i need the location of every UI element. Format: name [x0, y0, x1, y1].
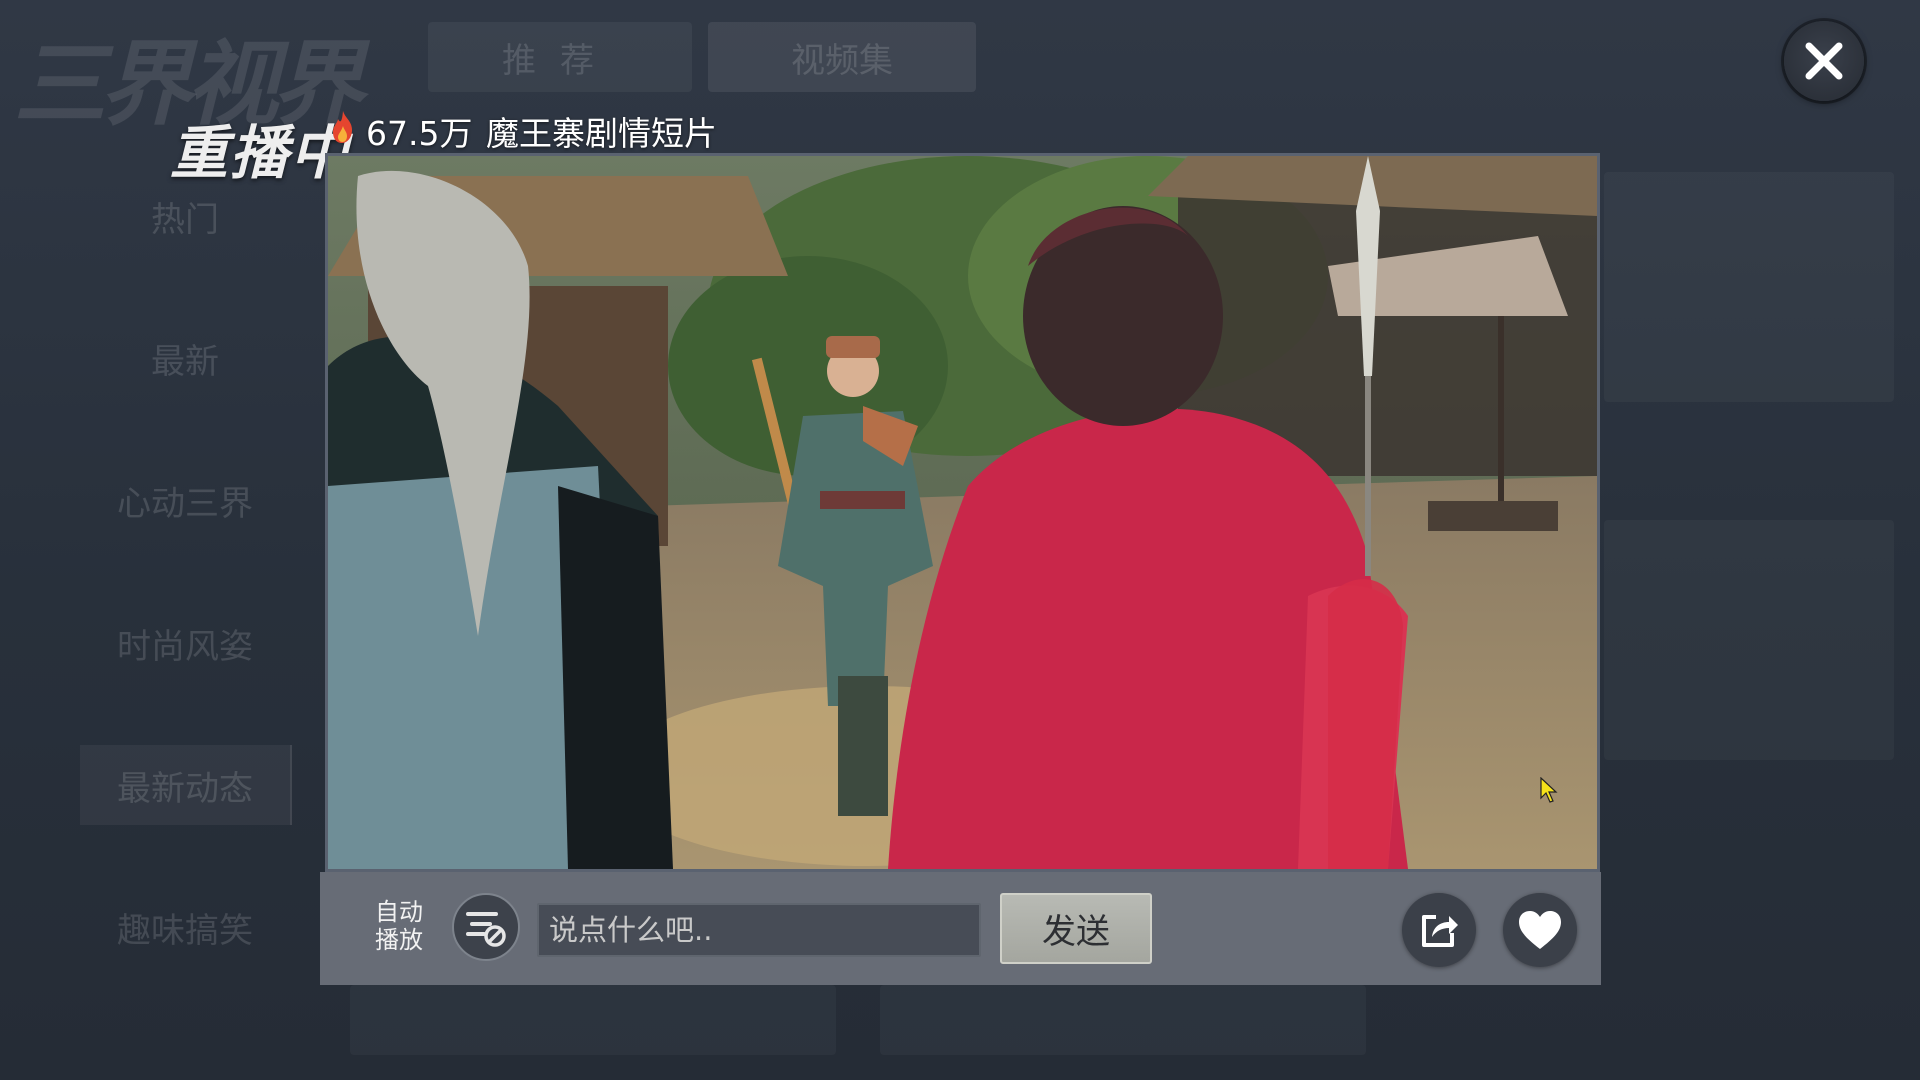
replay-status: 重播中 — [170, 119, 351, 187]
background-card — [880, 985, 1366, 1055]
heart-icon — [1519, 911, 1561, 949]
sidebar-item-latest[interactable]: 最新 — [80, 318, 290, 398]
like-button[interactable] — [1503, 893, 1577, 967]
background-card — [1604, 520, 1894, 760]
tab-video-collection[interactable]: 视频集 — [708, 22, 976, 92]
sidebar-item-fashion[interactable]: 时尚风姿 — [80, 603, 290, 683]
sidebar-item-heart-three-realms[interactable]: 心动三界 — [80, 460, 290, 540]
tab-recommend[interactable]: 推荐 — [428, 22, 692, 92]
video-title: 魔王寨剧情短片 — [486, 114, 717, 153]
share-button[interactable] — [1402, 893, 1476, 967]
auto-play-toggle[interactable]: 自动 播放 — [370, 898, 428, 954]
video-frame — [328, 156, 1597, 869]
barrage-toggle-icon — [466, 912, 506, 947]
background-card — [1604, 172, 1894, 402]
auto-play-label-line1: 自动 — [375, 898, 423, 926]
mouse-cursor-icon — [1540, 777, 1558, 803]
background-card — [350, 985, 836, 1055]
sidebar-item-funny[interactable]: 趣味搞笑 — [80, 887, 290, 967]
close-icon — [1805, 42, 1843, 80]
video-player[interactable] — [325, 153, 1600, 872]
close-button[interactable] — [1784, 21, 1864, 101]
view-count: 67.5万 — [366, 114, 473, 153]
sidebar-item-latest-news[interactable]: 最新动态 — [80, 745, 292, 825]
send-button[interactable]: 发送 — [1000, 893, 1152, 964]
barrage-toggle-button[interactable] — [452, 893, 520, 961]
auto-play-label-line2: 播放 — [375, 926, 423, 954]
share-icon — [1422, 915, 1458, 947]
comment-input[interactable] — [537, 903, 981, 957]
fire-icon — [333, 111, 352, 143]
